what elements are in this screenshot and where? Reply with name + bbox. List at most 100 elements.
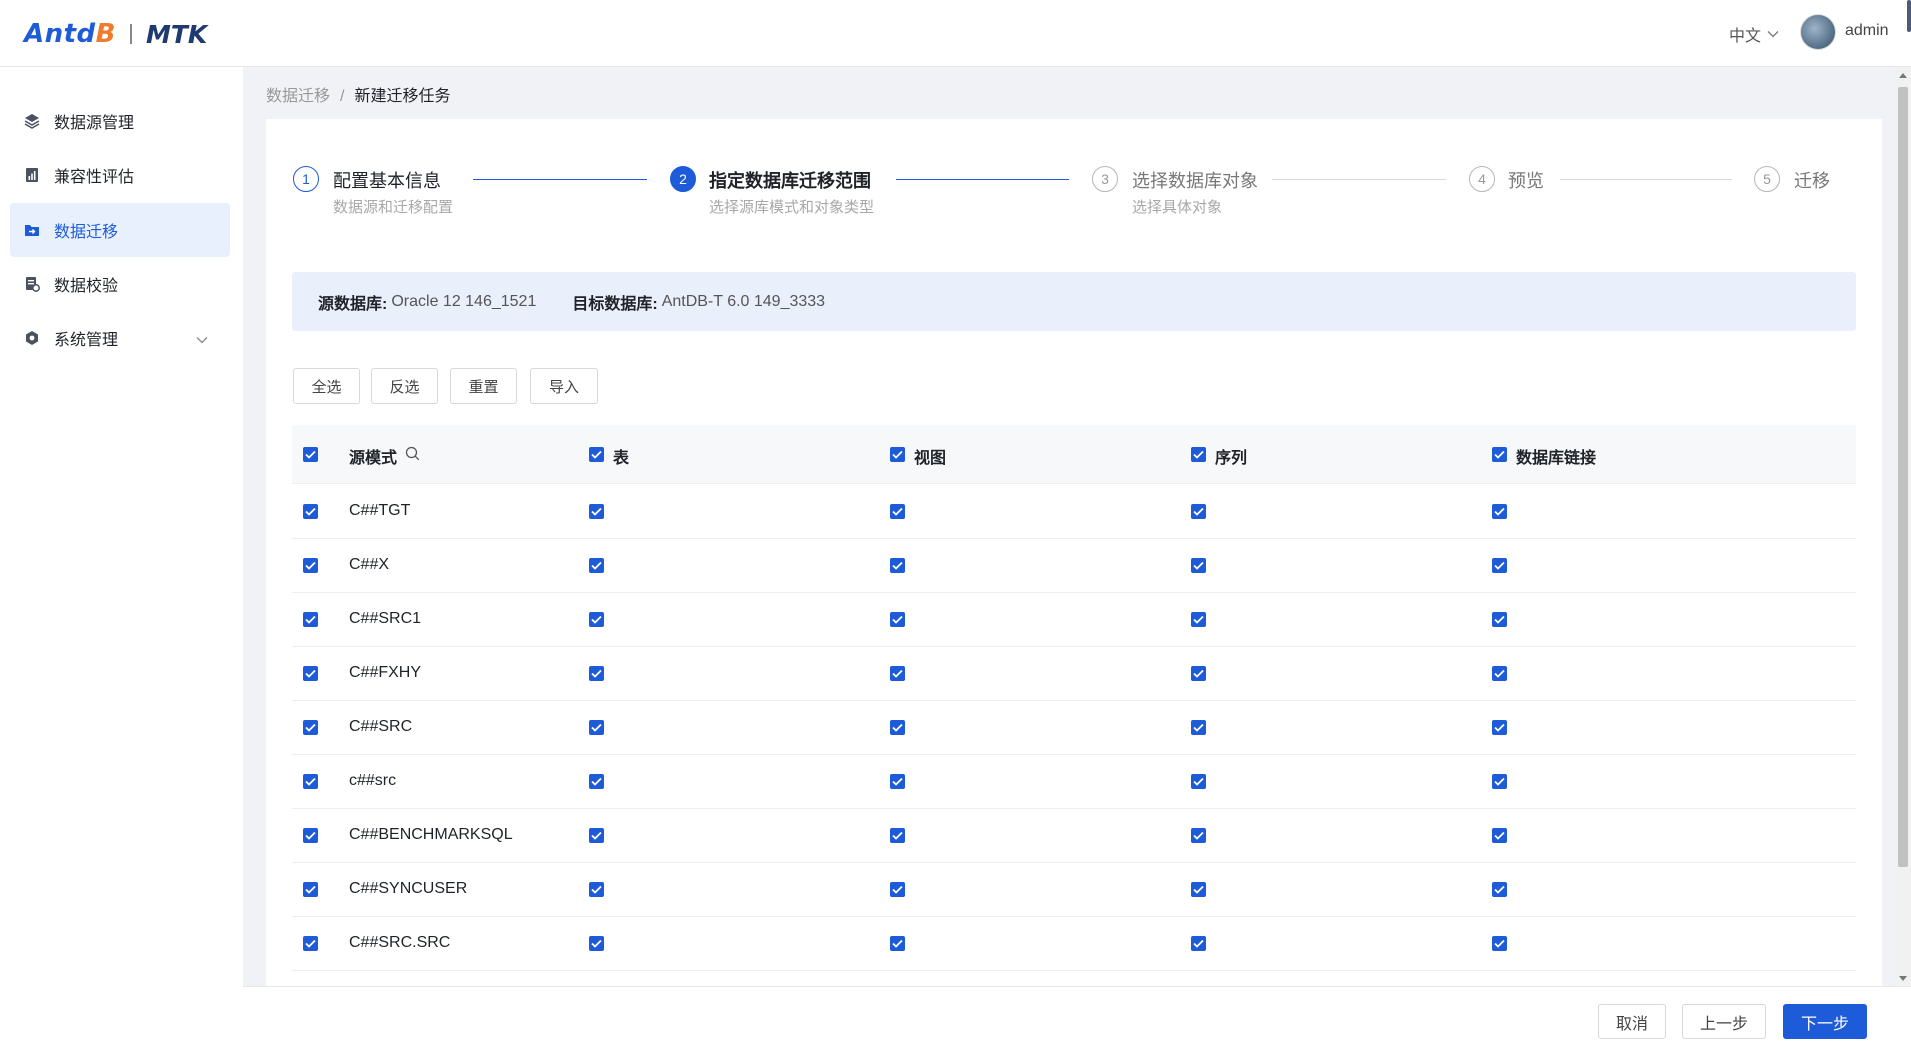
schema-name: C##SRC [349, 718, 413, 735]
header-checkbox-dblinks[interactable] [1492, 447, 1507, 462]
step-1-desc: 数据源和迁移配置 [333, 199, 454, 216]
sequences-checkbox[interactable] [1191, 936, 1206, 951]
breadcrumb-parent[interactable]: 数据迁移 [266, 88, 330, 105]
schema-name: C##X [349, 556, 390, 573]
views-checkbox[interactable] [890, 666, 905, 681]
table-row[interactable]: C##TGT [292, 485, 1856, 539]
dblinks-checkbox[interactable] [1492, 936, 1507, 951]
tables-checkbox[interactable] [589, 828, 604, 843]
dblinks-checkbox[interactable] [1492, 774, 1507, 789]
chevron-down-icon [196, 331, 208, 349]
schema-name: C##SYNCUSER [349, 880, 468, 897]
dblinks-checkbox[interactable] [1492, 666, 1507, 681]
dblinks-checkbox[interactable] [1492, 558, 1507, 573]
step-connector [896, 179, 1069, 180]
row-checkbox[interactable] [303, 558, 318, 573]
table-row[interactable]: C##SYNCUSER [292, 863, 1856, 917]
tables-checkbox[interactable] [589, 774, 604, 789]
language-switch[interactable]: 中文 [1729, 22, 1779, 46]
sequences-checkbox[interactable] [1191, 882, 1206, 897]
avatar[interactable] [1800, 14, 1836, 50]
step-2-circle: 2 [670, 166, 696, 192]
row-checkbox[interactable] [303, 612, 318, 627]
tables-checkbox[interactable] [589, 666, 604, 681]
header-checkbox-views[interactable] [890, 447, 905, 462]
column-header-views: 视图 [914, 450, 947, 467]
dblinks-checkbox[interactable] [1492, 882, 1507, 897]
dblinks-checkbox[interactable] [1492, 612, 1507, 627]
dblinks-checkbox[interactable] [1492, 504, 1507, 519]
row-checkbox[interactable] [303, 936, 318, 951]
logo-divider [130, 24, 132, 44]
search-icon[interactable] [405, 446, 420, 466]
tables-checkbox[interactable] [589, 612, 604, 627]
views-checkbox[interactable] [890, 882, 905, 897]
row-checkbox[interactable] [303, 882, 318, 897]
tables-checkbox[interactable] [589, 882, 604, 897]
sidebar-item-datasource[interactable]: 数据源管理 [10, 94, 230, 148]
table-row[interactable]: C##X [292, 539, 1856, 593]
table-row[interactable]: C##BENCHMARKSQL [292, 809, 1856, 863]
views-checkbox[interactable] [890, 612, 905, 627]
row-checkbox[interactable] [303, 504, 318, 519]
views-checkbox[interactable] [890, 558, 905, 573]
cancel-button[interactable]: 取消 [1598, 1004, 1666, 1039]
scroll-up-icon[interactable] [1899, 73, 1907, 78]
step-4-title[interactable]: 预览 [1508, 167, 1544, 193]
sequences-checkbox[interactable] [1191, 774, 1206, 789]
row-checkbox[interactable] [303, 666, 318, 681]
invert-selection-button[interactable]: 反选 [371, 368, 438, 404]
schema-name: C##BENCHMARKSQL [349, 826, 513, 843]
target-db-label: 目标数据库: [572, 295, 658, 313]
step-3-title[interactable]: 选择数据库对象 [1132, 167, 1258, 193]
step-2-title[interactable]: 指定数据库迁移范围 [709, 167, 871, 193]
column-header-tables: 表 [613, 450, 630, 467]
tables-checkbox[interactable] [589, 720, 604, 735]
header-checkbox-tables[interactable] [589, 447, 604, 462]
reset-button[interactable]: 重置 [450, 368, 517, 404]
views-checkbox[interactable] [890, 504, 905, 519]
scrollbar-thumb[interactable] [1898, 87, 1908, 867]
tables-checkbox[interactable] [589, 558, 604, 573]
sidebar-item-compatibility[interactable]: 兼容性评估 [10, 148, 230, 202]
tables-checkbox[interactable] [589, 936, 604, 951]
previous-step-button[interactable]: 上一步 [1682, 1004, 1766, 1039]
sidebar-item-migration[interactable]: 数据迁移 [10, 203, 230, 257]
views-checkbox[interactable] [890, 720, 905, 735]
table-row[interactable]: C##FXHY [292, 647, 1856, 701]
header-checkbox-all[interactable] [303, 447, 318, 462]
views-checkbox[interactable] [890, 936, 905, 951]
app-logo[interactable]: AntdB MTK [24, 18, 207, 50]
step-1-title[interactable]: 配置基本信息 [333, 167, 441, 193]
sequences-checkbox[interactable] [1191, 612, 1206, 627]
row-checkbox[interactable] [303, 720, 318, 735]
select-all-button[interactable]: 全选 [293, 368, 360, 404]
step-5-title[interactable]: 迁移 [1794, 167, 1830, 193]
import-button[interactable]: 导入 [530, 368, 598, 404]
views-checkbox[interactable] [890, 828, 905, 843]
header-checkbox-sequences[interactable] [1191, 447, 1206, 462]
username[interactable]: admin [1845, 22, 1889, 40]
row-checkbox[interactable] [303, 828, 318, 843]
sequences-checkbox[interactable] [1191, 558, 1206, 573]
table-row[interactable]: c##src [292, 755, 1856, 809]
tables-checkbox[interactable] [589, 504, 604, 519]
step-1-circle: 1 [293, 166, 319, 192]
sequences-checkbox[interactable] [1191, 504, 1206, 519]
scroll-down-icon[interactable] [1899, 976, 1907, 981]
table-row[interactable]: C##SRC.SRC [292, 917, 1856, 971]
sequences-checkbox[interactable] [1191, 666, 1206, 681]
views-checkbox[interactable] [890, 774, 905, 789]
table-row[interactable]: C##SRC1 [292, 593, 1856, 647]
sequences-checkbox[interactable] [1191, 828, 1206, 843]
page-scrollbar[interactable] [1895, 67, 1911, 985]
dblinks-checkbox[interactable] [1492, 828, 1507, 843]
sidebar-item-system[interactable]: 系统管理 [10, 311, 230, 365]
sequences-checkbox[interactable] [1191, 720, 1206, 735]
table-row[interactable]: C##SRC [292, 701, 1856, 755]
next-step-button[interactable]: 下一步 [1783, 1004, 1867, 1039]
row-checkbox[interactable] [303, 774, 318, 789]
dblinks-checkbox[interactable] [1492, 720, 1507, 735]
target-db-value: AntDB-T 6.0 149_3333 [661, 292, 826, 310]
sidebar-item-verification[interactable]: 数据校验 [10, 257, 230, 311]
